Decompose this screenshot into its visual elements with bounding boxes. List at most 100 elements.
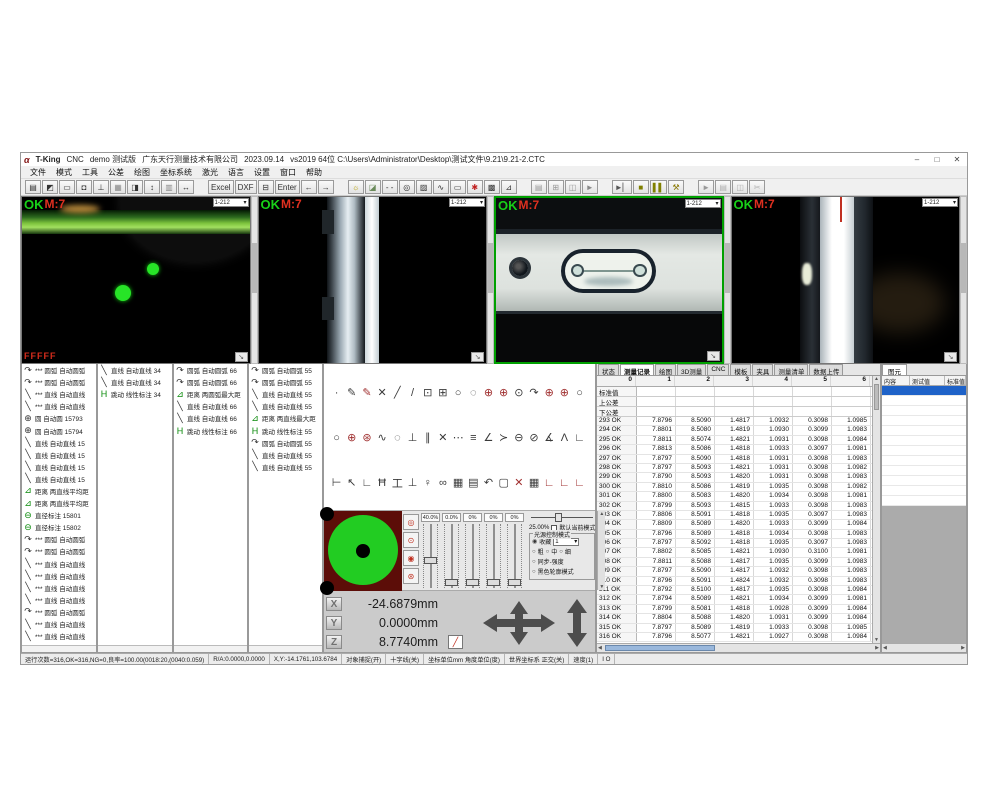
tool-icon[interactable]: ⊕: [496, 386, 511, 399]
light-mode-button[interactable]: ◎: [403, 514, 419, 530]
table-row[interactable]: 306 OK 7.8797 8.5092 1.4818 1.0935 0.309…: [597, 539, 872, 548]
tool-icon[interactable]: ▤: [466, 476, 481, 489]
level-fine-radio[interactable]: ○: [559, 549, 563, 555]
camera-scrollbar[interactable]: [487, 196, 494, 364]
list-item[interactable]: H 跳动 线性标注 34: [98, 388, 172, 400]
slider-track[interactable]: [444, 524, 459, 588]
element-row[interactable]: [882, 476, 966, 486]
table-row[interactable]: 299 OK 7.8790 8.5093 1.4820 1.0931 0.309…: [597, 473, 872, 482]
element-row[interactable]: [882, 416, 966, 426]
tool-icon[interactable]: ▢: [496, 476, 511, 489]
toolbar-button[interactable]: ▦: [110, 180, 126, 194]
scroll-right-icon[interactable]: ▶: [875, 645, 879, 651]
list-item[interactable]: ╲ 直线 自动直线 34: [98, 376, 172, 388]
list-item[interactable]: ╲ *** 直线 自动直线: [22, 388, 96, 400]
tool-icon[interactable]: /: [405, 387, 420, 399]
resize-grip-icon[interactable]: ↘: [944, 352, 957, 362]
tolerance-row[interactable]: 标准值: [597, 387, 872, 397]
tool-icon[interactable]: ≡: [466, 432, 481, 444]
tool-icon[interactable]: ∟: [359, 477, 374, 489]
table-row[interactable]: 309 OK 7.8797 8.5090 1.4817 1.0932 0.309…: [597, 567, 872, 576]
element-row-selected[interactable]: [882, 386, 966, 396]
maximize-button[interactable]: □: [930, 154, 944, 165]
light-channel-slider[interactable]: 0%: [504, 511, 525, 590]
toolbar-button[interactable]: ▩: [484, 180, 500, 194]
scroll-left-icon[interactable]: ◀: [598, 645, 602, 651]
scrollbar-thumb[interactable]: [605, 645, 715, 651]
menu-item[interactable]: 帮助: [301, 167, 327, 178]
level-mid-radio[interactable]: ○: [546, 549, 550, 555]
toolbar-button[interactable]: ▌▌: [650, 180, 667, 194]
tool-icon[interactable]: ∥: [420, 431, 435, 444]
menu-item[interactable]: 绘图: [129, 167, 155, 178]
element-row[interactable]: [882, 406, 966, 416]
table-hscrollbar[interactable]: ◀ ▶: [597, 643, 880, 652]
list-item[interactable]: ╲ 直线 自动直线 55: [249, 400, 322, 412]
toolbar-button[interactable]: ▤: [715, 180, 731, 194]
toolbar-button[interactable]: ↕: [144, 180, 160, 194]
resize-grip-icon[interactable]: ↘: [471, 352, 484, 362]
list-item[interactable]: ⊿ 距离 两圆弧最大距: [174, 388, 247, 400]
record-tab[interactable]: CNC: [707, 364, 729, 375]
menu-item[interactable]: 工具: [77, 167, 103, 178]
tool-icon[interactable]: ✕: [375, 386, 390, 399]
tool-icon[interactable]: ⊛: [359, 431, 374, 444]
tool-icon[interactable]: ⊕: [344, 431, 359, 444]
toolbar-button[interactable]: ◨: [127, 180, 143, 194]
slider-thumb[interactable]: [424, 557, 437, 564]
level-coarse-radio[interactable]: ○: [532, 549, 536, 555]
toolbar-button[interactable]: ■: [633, 180, 649, 194]
slider-track[interactable]: [486, 524, 501, 588]
tool-icon[interactable]: ○: [329, 432, 344, 444]
scrollbar-thumb[interactable]: [874, 384, 879, 410]
list-item[interactable]: ╲ 直线 自动直线 34: [98, 364, 172, 376]
light-mode-button[interactable]: ◉: [403, 550, 419, 566]
toolbar-button[interactable]: ⚒: [668, 180, 684, 194]
element-row[interactable]: [882, 446, 966, 456]
camera-range-dropdown[interactable]: 1-212▾: [213, 198, 249, 207]
record-tab[interactable]: 3D测量: [677, 364, 706, 375]
tool-icon[interactable]: 工: [390, 475, 405, 491]
scroll-left-icon[interactable]: ◀: [883, 645, 887, 651]
toolbar-button[interactable]: ►: [698, 180, 714, 194]
tool-icon[interactable]: ⊕: [481, 386, 496, 399]
tool-icon[interactable]: ╱: [390, 386, 405, 399]
outline-radio[interactable]: ○: [532, 569, 536, 575]
toolbar-button[interactable]: ⊿: [501, 180, 517, 194]
table-row[interactable]: 295 OK 7.8811 8.5074 1.4821 1.0931 0.309…: [597, 436, 872, 445]
list-item[interactable]: ╲ 直线 自动直线 15: [22, 437, 96, 449]
tool-icon[interactable]: ⊕: [542, 386, 557, 399]
table-row[interactable]: 305 OK 7.8796 8.5089 1.4818 1.0934 0.309…: [597, 530, 872, 539]
table-row[interactable]: 311 OK 7.8792 8.5100 1.4817 1.0935 0.309…: [597, 586, 872, 595]
tool-icon[interactable]: ♀: [420, 477, 435, 489]
toolbar-button[interactable]: ◫: [565, 180, 581, 194]
light-channel-slider[interactable]: 0.0%: [441, 511, 462, 590]
record-tab[interactable]: 数据上传: [809, 364, 843, 375]
table-row[interactable]: 300 OK 7.8810 8.5086 1.4819 1.0935 0.309…: [597, 483, 872, 492]
tool-icon[interactable]: ▦: [451, 476, 466, 489]
camera-range-dropdown[interactable]: 1-212▾: [685, 199, 721, 208]
menu-item[interactable]: 文件: [25, 167, 51, 178]
measurement-table[interactable]: 0123456 标准值 上公差: [597, 376, 872, 643]
list-item[interactable]: ╲ *** 直线 自动直线: [22, 594, 96, 606]
menu-item[interactable]: 语言: [223, 167, 249, 178]
tool-icon[interactable]: ↖: [344, 476, 359, 489]
list-item[interactable]: ⊕ 圆 自动圆 15793: [22, 412, 96, 424]
table-row[interactable]: 298 OK 7.8797 8.5093 1.4821 1.0931 0.309…: [597, 464, 872, 473]
tool-icon[interactable]: ⊖: [511, 431, 526, 444]
table-row[interactable]: 315 OK 7.8797 8.5089 1.4819 1.0933 0.309…: [597, 624, 872, 633]
toolbar-button[interactable]: DXF: [235, 180, 257, 194]
table-row[interactable]: 307 OK 7.8802 8.5085 1.4821 1.0930 0.310…: [597, 548, 872, 557]
list-hscrollbar[interactable]: [22, 645, 96, 652]
minimize-button[interactable]: –: [910, 154, 924, 165]
list-item[interactable]: ╲ 直线 自动直线 15: [22, 461, 96, 473]
camera-view-2[interactable]: OK M:7 1-212▾ ↘: [258, 196, 488, 364]
record-tab[interactable]: 测量记录: [620, 364, 654, 375]
tool-icon[interactable]: ⊕: [557, 386, 572, 399]
list-item[interactable]: ⊿ 距离 两直线平均距: [22, 497, 96, 509]
list-item[interactable]: ⊿ 距离 两直线最大距: [249, 412, 322, 424]
slider-track[interactable]: [507, 524, 522, 588]
list-item[interactable]: ╲ 直线 自动直线 15: [22, 473, 96, 485]
element-row[interactable]: [882, 466, 966, 476]
list-item[interactable]: ↷ 圆弧 自动圆弧 55: [249, 364, 322, 376]
